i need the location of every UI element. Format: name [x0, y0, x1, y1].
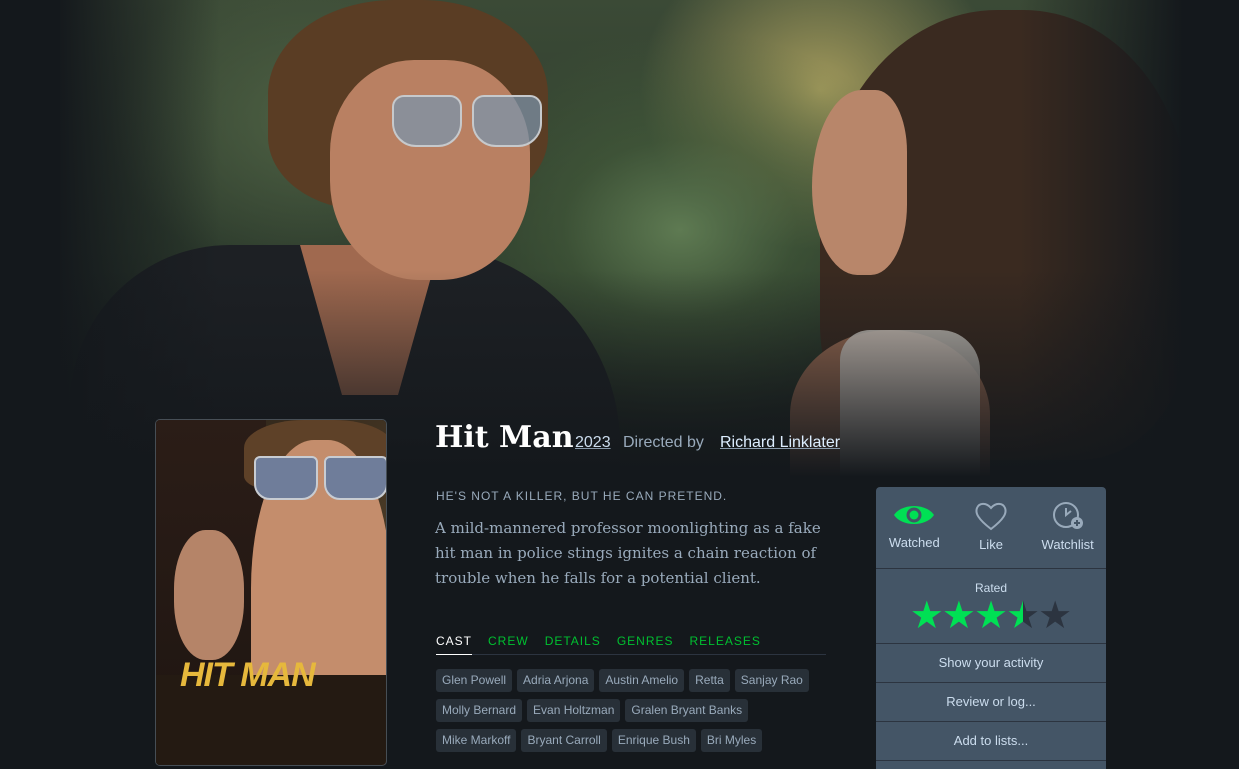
star-rating[interactable]: ★ ★ ★ ★ ★ [876, 597, 1106, 635]
watchlist-button[interactable]: Watchlist [1029, 487, 1106, 568]
cast-list: Glen Powell Adria Arjona Austin Amelio R… [436, 669, 836, 759]
film-poster[interactable]: HIT MAN [156, 420, 386, 765]
poster-title: HIT MAN [180, 656, 316, 694]
cast-chip[interactable]: Molly Bernard [436, 699, 523, 722]
cast-chip[interactable]: Adria Arjona [517, 669, 595, 692]
film-year-link[interactable]: 2023 [575, 434, 611, 452]
cast-chip[interactable]: Bryant Carroll [521, 729, 607, 752]
info-tabs: CAST CREW DETAILS GENRES RELEASES [436, 634, 826, 655]
cast-chip[interactable]: Sanjay Rao [734, 669, 809, 692]
like-label: Like [979, 537, 1003, 552]
rated-label: Rated [974, 581, 1008, 595]
eye-icon [894, 506, 935, 524]
cast-chip[interactable]: Evan Holtzman [527, 699, 621, 722]
tab-genres[interactable]: GENRES [617, 634, 674, 654]
tab-details[interactable]: DETAILS [545, 634, 601, 654]
tab-cast[interactable]: CAST [436, 634, 473, 655]
tab-crew[interactable]: CREW [488, 634, 529, 654]
cast-chip[interactable]: Austin Amelio [599, 669, 685, 692]
cast-chip[interactable]: Mike Markoff [436, 729, 517, 752]
star-icon[interactable]: ★ [942, 597, 976, 635]
review-log-button[interactable]: Review or log... [876, 683, 1106, 722]
cast-chip[interactable]: Bri Myles [700, 729, 763, 752]
film-title: Hit Man [435, 420, 574, 455]
rating-section: Rated ★ ★ ★ ★ ★ [876, 569, 1106, 644]
cast-chip[interactable]: Enrique Bush [611, 729, 696, 752]
add-to-lists-button[interactable]: Add to lists... [876, 722, 1106, 761]
half-star-icon[interactable]: ★ [1006, 597, 1040, 635]
director-link[interactable]: Richard Linklater [720, 434, 840, 452]
cast-chip[interactable]: Gralen Bryant Banks [625, 699, 749, 722]
cast-chip[interactable]: Retta [689, 669, 730, 692]
show-activity-button[interactable]: Show your activity [876, 644, 1106, 683]
watchlist-label: Watchlist [1041, 537, 1094, 552]
star-icon[interactable]: ★ [974, 597, 1008, 635]
tab-releases[interactable]: RELEASES [690, 634, 761, 654]
tagline: HE'S NOT A KILLER, BUT HE CAN PRETEND. [436, 489, 728, 503]
star-icon[interactable]: ★ [1038, 597, 1072, 635]
watched-button[interactable]: Watched [876, 487, 953, 568]
synopsis: A mild-mannered professor moonlighting a… [435, 519, 821, 587]
cast-chip[interactable]: Glen Powell [436, 669, 513, 692]
directed-by-label: Directed by [623, 434, 704, 451]
actions-panel: Watched Like Watchlist Rated ★ ★ ★ ★ ★ ★… [876, 487, 1106, 769]
star-icon[interactable]: ★ [910, 597, 944, 635]
watched-label: Watched [888, 535, 940, 550]
clock-plus-icon [1052, 502, 1083, 529]
heart-icon [975, 502, 1007, 531]
like-button[interactable]: Like [953, 487, 1030, 568]
